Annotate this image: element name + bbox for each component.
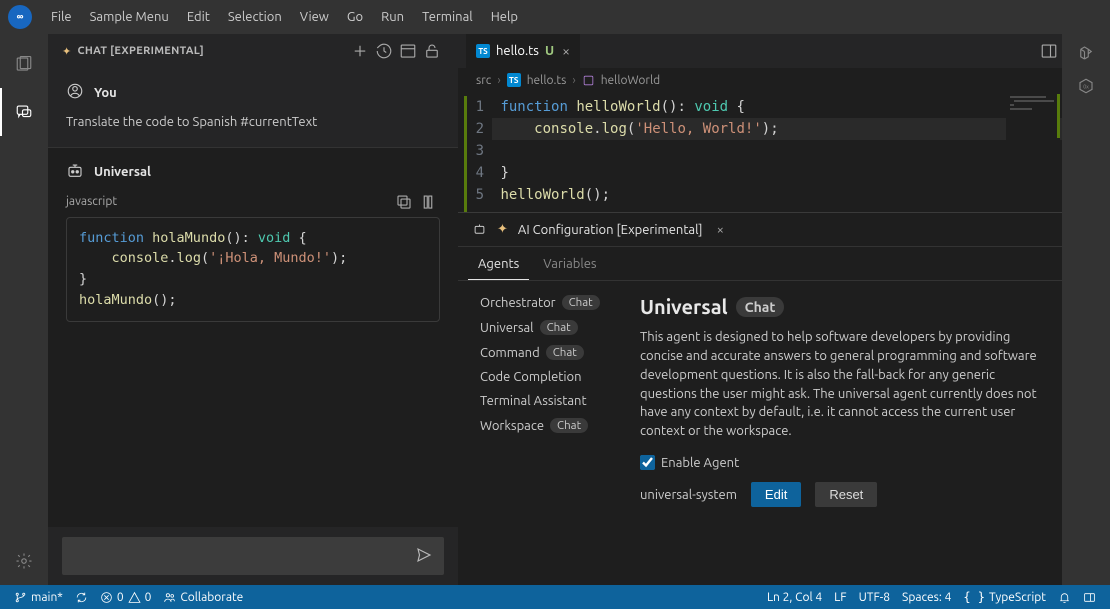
code-language: javascript — [66, 195, 392, 208]
menu-help[interactable]: Help — [482, 0, 527, 34]
agent-orchestrator[interactable]: OrchestratorChat — [480, 295, 618, 310]
agent-code-completion[interactable]: Code Completion — [480, 370, 618, 384]
lock-icon[interactable] — [420, 42, 444, 60]
breadcrumb-file[interactable]: hello.ts — [527, 74, 567, 87]
app-logo: ∞ — [8, 5, 32, 29]
new-chat-icon[interactable] — [348, 42, 372, 60]
right-activity-bar: 0x — [1062, 34, 1110, 585]
settings-gear-icon[interactable] — [0, 537, 48, 585]
editor-tabs: TS hello.ts U × — [458, 34, 1062, 68]
language-mode[interactable]: { } TypeScript — [957, 585, 1052, 609]
sparkle-icon: ✦ — [62, 45, 72, 58]
user-message: Translate the code to Spanish #currentTe… — [66, 113, 440, 133]
edit-button[interactable]: Edit — [751, 482, 801, 507]
branch-indicator[interactable]: main* — [8, 585, 69, 609]
minimap[interactable] — [1006, 94, 1060, 174]
notifications-icon[interactable] — [1052, 585, 1077, 609]
layout-icon[interactable] — [396, 42, 420, 60]
tab-label: hello.ts — [496, 44, 539, 58]
breadcrumb-symbol[interactable]: helloWorld — [601, 74, 660, 87]
sync-indicator[interactable] — [69, 585, 94, 609]
status-bar: main* 0 0 Collaborate Ln 2, Col 4 LF UTF… — [0, 585, 1110, 609]
hex-icon[interactable]: 0x — [1077, 77, 1095, 98]
assistant-code-block: function holaMundo(): void { console.log… — [66, 217, 440, 323]
system-label: universal-system — [640, 488, 737, 502]
menu-selection[interactable]: Selection — [219, 0, 291, 34]
encoding[interactable]: UTF-8 — [853, 585, 896, 609]
agent-detail-description: This agent is designed to help software … — [640, 328, 1048, 441]
editor-pane[interactable]: 1 2 3 4 5 function helloWorld(): void { … — [458, 92, 1062, 212]
menubar: ∞ FileSample MenuEditSelectionViewGoRunT… — [0, 0, 1110, 34]
eol[interactable]: LF — [828, 585, 852, 609]
editor-content[interactable]: function helloWorld(): void { console.lo… — [492, 96, 1062, 212]
cursor-position[interactable]: Ln 2, Col 4 — [761, 585, 828, 609]
activity-bar — [0, 34, 48, 585]
enable-agent-checkbox[interactable]: Enable Agent — [640, 455, 1048, 470]
menu-file[interactable]: File — [42, 0, 81, 34]
menu-sample-menu[interactable]: Sample Menu — [81, 0, 178, 34]
chat-input[interactable] — [62, 537, 444, 575]
tab-agents[interactable]: Agents — [468, 250, 529, 280]
split-editor-icon[interactable] — [1036, 42, 1062, 60]
user-name: You — [94, 86, 117, 100]
insert-icon[interactable] — [416, 193, 440, 211]
tab-modified-indicator: U — [545, 44, 554, 58]
user-avatar-icon — [66, 82, 84, 103]
agent-workspace[interactable]: WorkspaceChat — [480, 418, 618, 433]
menu-view[interactable]: View — [291, 0, 338, 34]
agent-universal[interactable]: UniversalChat — [480, 320, 618, 335]
chat-title: CHAT [EXPERIMENTAL] — [78, 45, 348, 57]
outline-icon[interactable] — [1077, 44, 1095, 65]
menu-terminal[interactable]: Terminal — [413, 0, 482, 34]
typescript-file-icon: TS — [476, 44, 490, 58]
breadcrumbs[interactable]: src › TS hello.ts › helloWorld — [458, 68, 1062, 92]
menu-run[interactable]: Run — [372, 0, 413, 34]
bot-icon — [472, 222, 487, 237]
collaborate[interactable]: Collaborate — [157, 585, 249, 609]
ai-config-panel: ✦ AI Configuration [Experimental] × Agen… — [458, 212, 1062, 585]
agent-list: OrchestratorChat UniversalChat CommandChat… — [480, 295, 618, 575]
tab-variables[interactable]: Variables — [533, 250, 606, 280]
layout-toggle-icon[interactable] — [1077, 585, 1102, 609]
reset-button[interactable]: Reset — [815, 482, 877, 507]
editor-tab-hello[interactable]: TS hello.ts U × — [466, 34, 580, 68]
indentation[interactable]: Spaces: 4 — [896, 585, 957, 609]
send-icon[interactable] — [415, 546, 433, 567]
agent-command[interactable]: CommandChat — [480, 345, 618, 360]
assistant-name: Universal — [94, 165, 151, 179]
history-icon[interactable] — [372, 42, 396, 60]
chat-icon[interactable] — [0, 88, 48, 136]
close-tab-icon[interactable]: × — [562, 43, 570, 59]
agent-terminal-assistant[interactable]: Terminal Assistant — [480, 394, 618, 408]
explorer-icon[interactable] — [0, 40, 48, 88]
chat-sidebar: ✦ CHAT [EXPERIMENTAL] You Translate the … — [48, 34, 458, 585]
line-gutter: 1 2 3 4 5 — [464, 96, 492, 212]
errors-warnings[interactable]: 0 0 — [94, 585, 158, 609]
menu-edit[interactable]: Edit — [178, 0, 219, 34]
svg-text:0x: 0x — [1083, 83, 1089, 89]
typescript-file-icon: TS — [507, 73, 521, 87]
copy-icon[interactable] — [392, 193, 416, 211]
agent-detail-title: Universal — [640, 295, 728, 318]
breadcrumb-folder[interactable]: src — [476, 74, 491, 87]
robot-avatar-icon — [66, 162, 84, 183]
menu-go[interactable]: Go — [338, 0, 372, 34]
agent-detail-badge: Chat — [736, 297, 785, 317]
